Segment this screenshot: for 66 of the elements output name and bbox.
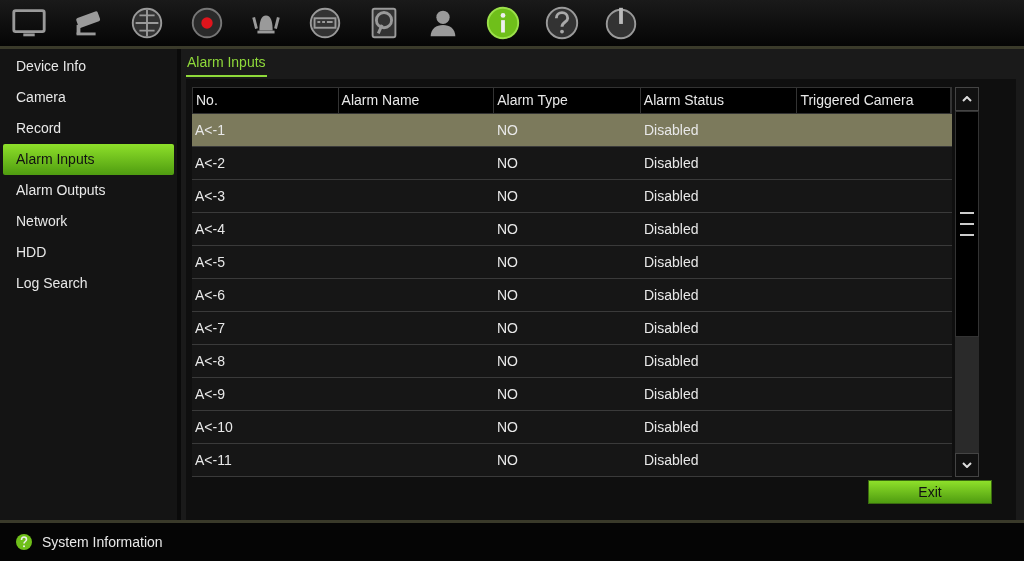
table-cell-text: NO (496, 451, 519, 470)
table-cell-text: Disabled (643, 220, 700, 239)
scroll-thumb[interactable] (955, 111, 979, 337)
table-cell-text: A<-2 (194, 154, 226, 173)
table-cell-text: NO (496, 187, 519, 206)
table-row[interactable]: A<-1 NO Disabled (192, 114, 952, 147)
table-row[interactable]: A<-6 NO Disabled (192, 279, 952, 312)
tab[interactable]: Alarm Inputs (186, 49, 267, 77)
table-row[interactable]: A<-10 NO Disabled (192, 411, 952, 444)
column-header: Triggered Camera (797, 88, 951, 113)
table-row[interactable]: A<-8 NO Disabled (192, 345, 952, 378)
table-cell-text: A<-9 (194, 385, 226, 404)
table-cell-text: A<-6 (194, 286, 226, 305)
sidebar-item[interactable]: Network (3, 206, 174, 237)
table-cell-text: NO (496, 352, 519, 371)
sidebar-item[interactable]: Alarm Outputs (3, 175, 174, 206)
table-cell-text: Disabled (643, 154, 700, 173)
table-cell-text: NO (496, 154, 519, 173)
table-row[interactable]: A<-4 NO Disabled (192, 213, 952, 246)
exit-button[interactable]: Exit (868, 480, 992, 504)
table-cell-text: Disabled (643, 418, 700, 437)
sidebar-item[interactable]: Device Info (3, 51, 174, 82)
table-cell-text: NO (496, 220, 519, 239)
table-row[interactable]: A<-7 NO Disabled (192, 312, 952, 345)
table-cell-text: A<-8 (194, 352, 226, 371)
status-text: System Information (42, 534, 163, 550)
table-cell-text: A<-7 (194, 319, 226, 338)
table-cell-text: NO (496, 319, 519, 338)
column-header: Alarm Status (640, 88, 798, 113)
sidebar-item[interactable]: Alarm Inputs (3, 144, 174, 175)
table-cell-text: A<-10 (194, 418, 234, 437)
table-cell-text: Disabled (643, 385, 700, 404)
table-cell-text: NO (496, 385, 519, 404)
table-cell-text: Disabled (643, 352, 700, 371)
table-cell-text: NO (496, 286, 519, 305)
scroll-down-icon[interactable] (955, 453, 979, 477)
table-cell-text: NO (496, 121, 519, 140)
table-row[interactable]: A<-11 NO Disabled (192, 444, 952, 477)
table-row[interactable]: A<-9 NO Disabled (192, 378, 952, 411)
sidebar-item[interactable]: Record (3, 113, 174, 144)
table-cell-text: Disabled (643, 187, 700, 206)
table-row[interactable]: A<-3 NO Disabled (192, 180, 952, 213)
table-cell-text: Disabled (643, 286, 700, 305)
table-row[interactable]: A<-2 NO Disabled (192, 147, 952, 180)
table-cell-text: A<-11 (194, 451, 233, 470)
table-cell-text: NO (496, 253, 519, 272)
table-cell-text: Disabled (643, 451, 700, 470)
sidebar-item[interactable]: HDD (3, 237, 174, 268)
table-cell-text: NO (496, 418, 519, 437)
scrollbar[interactable] (955, 87, 979, 477)
table-cell-text: Disabled (643, 319, 700, 338)
column-header: Alarm Type (494, 88, 641, 113)
table-cell-text: A<-1 (194, 121, 226, 140)
column-header: Alarm Name (338, 88, 495, 113)
help-icon (16, 534, 32, 550)
table-cell-text: A<-3 (194, 187, 226, 206)
table-cell-text: Disabled (643, 121, 700, 140)
table-cell-text: A<-5 (194, 253, 226, 272)
scroll-up-icon[interactable] (955, 87, 979, 111)
grip-icon (960, 212, 974, 236)
table-row[interactable]: A<-5 NO Disabled (192, 246, 952, 279)
table-cell-text: Disabled (643, 253, 700, 272)
sidebar-item[interactable]: Log Search (3, 268, 174, 299)
table-cell-text: A<-4 (194, 220, 226, 239)
column-header: No. (193, 88, 339, 113)
sidebar-item[interactable]: Camera (3, 82, 174, 113)
